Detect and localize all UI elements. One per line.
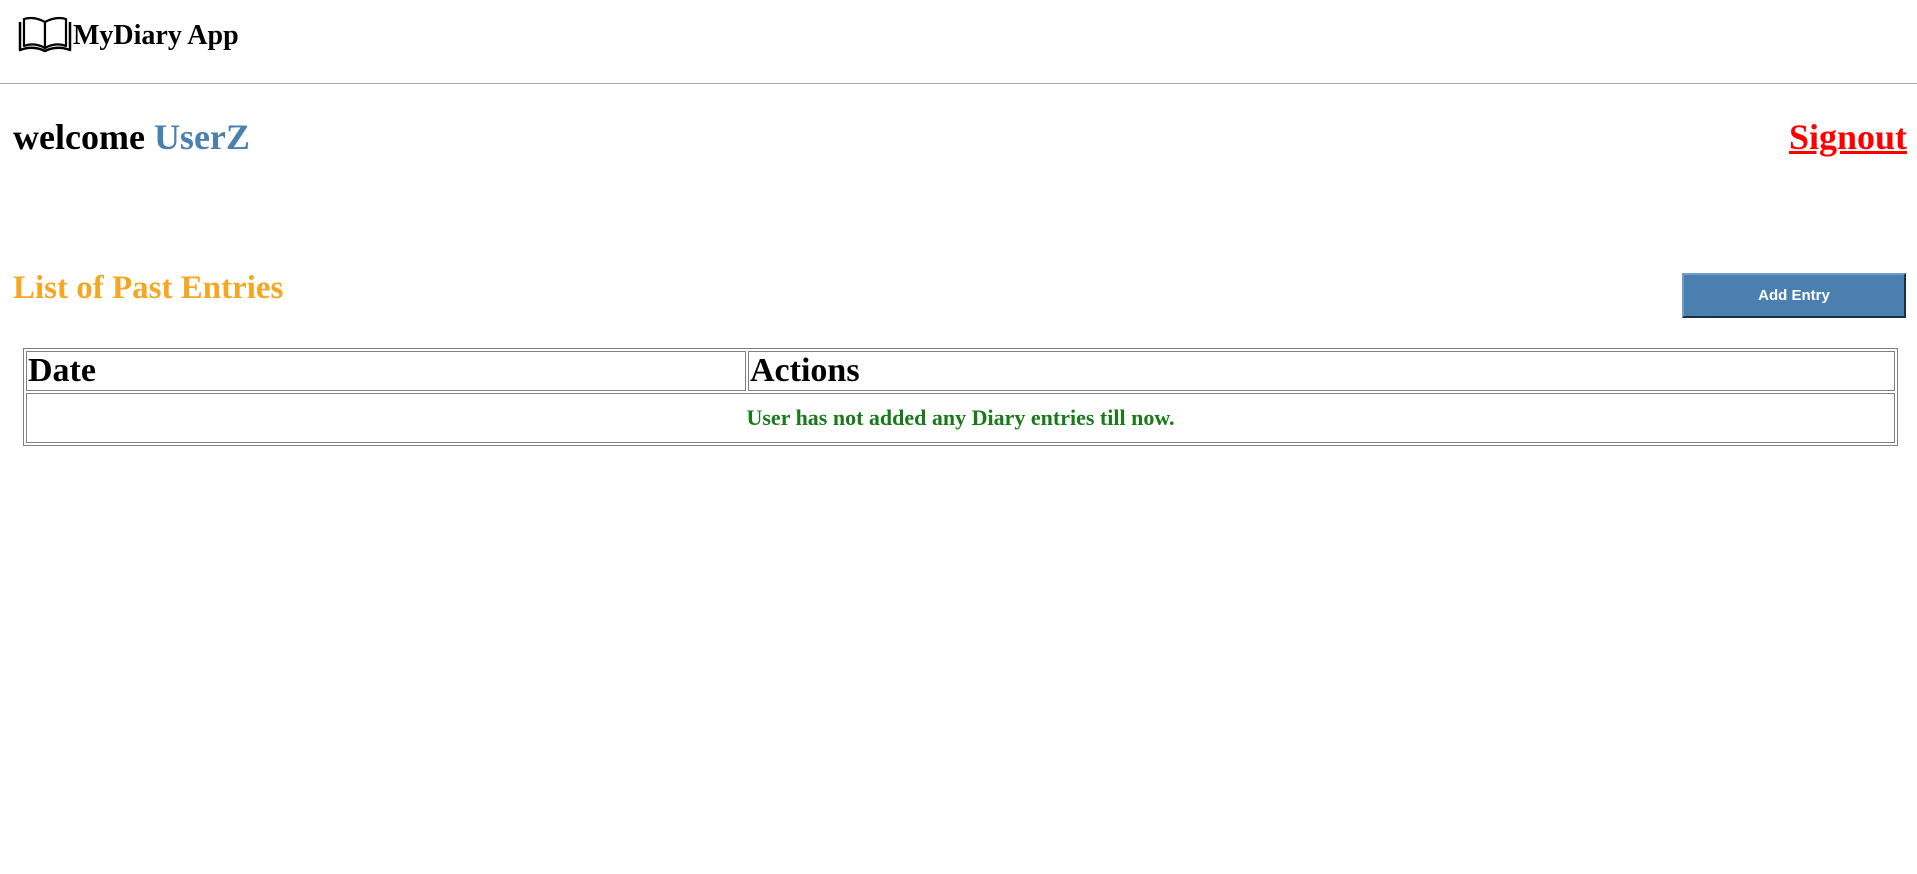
- app-header: MyDiary App: [0, 0, 1917, 84]
- column-header-actions: Actions: [748, 351, 1895, 391]
- empty-entries-message: User has not added any Diary entries til…: [26, 393, 1895, 443]
- entries-table: Date Actions User has not added any Diar…: [23, 348, 1898, 446]
- welcome-heading: welcome UserZ: [13, 117, 250, 158]
- entries-table-container: Date Actions User has not added any Diar…: [23, 348, 1898, 446]
- welcome-username: UserZ: [153, 117, 250, 157]
- brand[interactable]: MyDiary App: [17, 12, 239, 60]
- add-entry-button[interactable]: Add Entry: [1682, 273, 1906, 318]
- entries-section-title: List of Past Entries: [13, 270, 284, 306]
- table-row: User has not added any Diary entries til…: [26, 393, 1895, 443]
- open-book-icon: [18, 16, 72, 53]
- table-header-row: Date Actions: [26, 351, 1895, 391]
- app-title: MyDiary App: [73, 20, 239, 51]
- welcome-greeting: welcome: [13, 117, 145, 157]
- column-header-date: Date: [26, 351, 746, 391]
- signout-link[interactable]: Signout: [1789, 117, 1907, 158]
